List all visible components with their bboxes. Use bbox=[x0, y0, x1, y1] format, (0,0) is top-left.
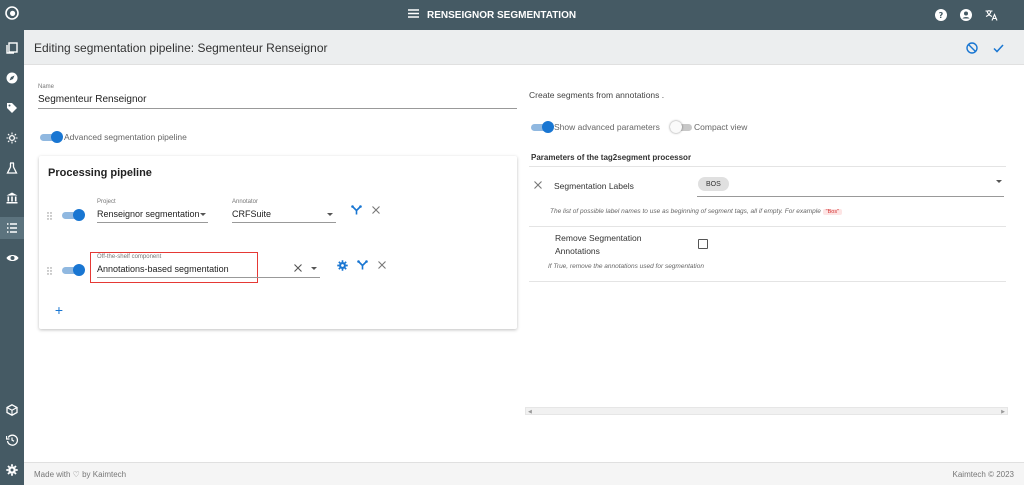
fork-icon[interactable] bbox=[356, 259, 368, 271]
translate-icon[interactable] bbox=[982, 6, 1000, 24]
help-icon[interactable]: ? bbox=[932, 6, 950, 24]
eye-cycle-icon[interactable] bbox=[0, 247, 24, 269]
params-divider bbox=[529, 281, 1006, 282]
fork-icon[interactable] bbox=[350, 204, 362, 216]
step1-enabled-toggle[interactable] bbox=[62, 209, 85, 221]
scroll-right-icon[interactable]: ▶ bbox=[1001, 409, 1005, 415]
gear-icon[interactable] bbox=[336, 259, 348, 271]
footer-credit: Made with ♡ by Kaimtech bbox=[34, 470, 127, 479]
labels-dropdown-icon[interactable] bbox=[996, 180, 1002, 183]
editor-header: Editing segmentation pipeline: Segmenteu… bbox=[24, 30, 1024, 65]
compact-view-toggle[interactable] bbox=[670, 121, 692, 133]
project-dropdown-icon[interactable] bbox=[200, 213, 206, 216]
show-advanced-label: Show advanced parameters bbox=[554, 122, 660, 132]
annotator-underline bbox=[232, 222, 336, 223]
project-select[interactable]: Renseignor segmentation bbox=[97, 209, 200, 219]
annotator-dropdown-icon[interactable] bbox=[327, 213, 333, 216]
step2-enabled-toggle[interactable] bbox=[62, 264, 85, 276]
footer: Made with ♡ by Kaimtech Kaimtech © 2023 bbox=[24, 462, 1024, 485]
main-content: Name Segmenteur Renseignor Advanced segm… bbox=[24, 65, 1024, 462]
name-field-label: Name bbox=[38, 84, 55, 90]
settings-icon[interactable] bbox=[0, 459, 24, 481]
app-title: RENSEIGNOR SEGMENTATION bbox=[427, 9, 577, 21]
compact-view-label: Compact view bbox=[694, 122, 748, 132]
app-title-group[interactable]: RENSEIGNOR SEGMENTATION bbox=[408, 0, 576, 30]
remove-annotations-checkbox[interactable] bbox=[698, 239, 708, 249]
list-icon[interactable] bbox=[0, 217, 24, 239]
labels-underline bbox=[697, 196, 1004, 197]
annotator-field-label: Annotator bbox=[232, 199, 259, 205]
remove-annotations-help: If True, remove the annotations used for… bbox=[548, 263, 704, 270]
sidebar bbox=[0, 0, 24, 485]
drag-handle-icon[interactable] bbox=[46, 266, 52, 275]
compass-icon[interactable] bbox=[0, 67, 24, 89]
remove-annotations-label-line2: Annotations bbox=[555, 246, 600, 256]
processor-description: Create segments from annotations . bbox=[529, 90, 665, 100]
component-dropdown-icon[interactable] bbox=[311, 267, 317, 270]
seg-labels-label: Segmentation Labels bbox=[554, 181, 634, 191]
top-app-bar: RENSEIGNOR SEGMENTATION ? bbox=[24, 0, 1024, 30]
seg-labels-help-text: The list of possible label names to use … bbox=[550, 208, 821, 215]
documents-icon[interactable] bbox=[0, 37, 24, 59]
remove-annotations-label-line1: Remove Segmentation bbox=[555, 233, 642, 243]
scroll-left-icon[interactable]: ◀ bbox=[528, 409, 532, 415]
seg-labels-help: The list of possible label names to use … bbox=[550, 208, 843, 215]
params-divider bbox=[529, 166, 1006, 167]
page-title: Editing segmentation pipeline: Segmenteu… bbox=[34, 41, 328, 55]
flask-icon[interactable] bbox=[0, 157, 24, 179]
horizontal-scrollbar[interactable]: ◀ ▶ bbox=[525, 407, 1008, 415]
save-check-icon[interactable] bbox=[990, 40, 1006, 56]
cancel-icon[interactable] bbox=[964, 40, 980, 56]
remove-step-icon[interactable] bbox=[376, 259, 388, 271]
annotator-select[interactable]: CRFSuite bbox=[232, 209, 271, 219]
pipeline-title: Processing pipeline bbox=[48, 167, 152, 179]
package-icon[interactable] bbox=[0, 399, 24, 421]
menu-icon[interactable] bbox=[408, 9, 419, 21]
project-field-label: Project bbox=[97, 199, 116, 205]
processing-pipeline-card: Processing pipeline Project Renseignor s… bbox=[39, 156, 517, 329]
advanced-pipeline-label: Advanced segmentation pipeline bbox=[64, 132, 187, 142]
tag-icon[interactable] bbox=[0, 97, 24, 119]
example-code-chip: "Bos" bbox=[822, 209, 843, 215]
project-underline bbox=[97, 222, 208, 223]
history-icon[interactable] bbox=[0, 429, 24, 451]
lightbulb-icon[interactable] bbox=[0, 127, 24, 149]
name-input-underline bbox=[38, 108, 517, 109]
drag-handle-icon[interactable] bbox=[46, 211, 52, 220]
component-field-label: Off-the-shelf component bbox=[97, 254, 162, 260]
bos-chip[interactable]: BOS bbox=[698, 177, 729, 191]
clear-icon[interactable] bbox=[293, 263, 303, 273]
add-step-button[interactable]: + bbox=[52, 302, 66, 318]
svg-text:?: ? bbox=[939, 11, 944, 20]
footer-copyright: Kaimtech © 2023 bbox=[952, 470, 1014, 479]
account-icon[interactable] bbox=[957, 6, 975, 24]
clear-labels-icon[interactable] bbox=[533, 180, 543, 190]
params-divider bbox=[529, 226, 1006, 227]
show-advanced-toggle[interactable] bbox=[531, 121, 554, 133]
advanced-pipeline-toggle[interactable] bbox=[40, 131, 63, 143]
component-select[interactable]: Annotations-based segmentation bbox=[97, 264, 229, 274]
params-title: Parameters of the tag2segment processor bbox=[531, 153, 692, 162]
bank-icon[interactable] bbox=[0, 187, 24, 209]
name-input[interactable]: Segmenteur Renseignor bbox=[38, 94, 146, 105]
remove-step-icon[interactable] bbox=[370, 204, 382, 216]
component-underline bbox=[97, 277, 320, 278]
app-logo-icon[interactable] bbox=[0, 2, 24, 24]
